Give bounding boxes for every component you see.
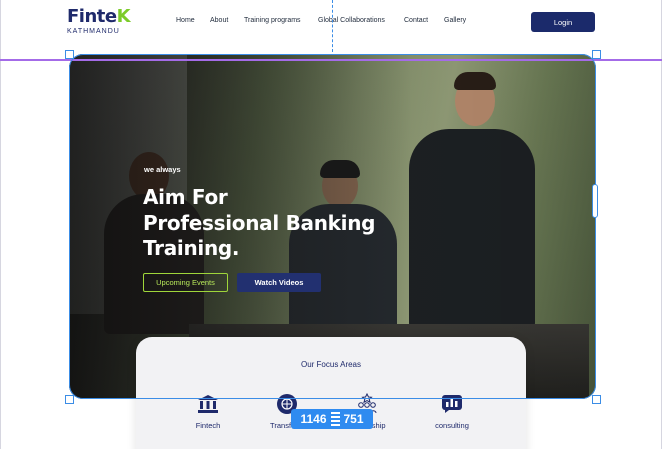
upcoming-events-button[interactable]: Upcoming Events	[143, 273, 228, 292]
watch-videos-button[interactable]: Watch Videos	[237, 273, 321, 292]
horizontal-guide-line	[0, 59, 662, 61]
nav-about[interactable]: About	[210, 17, 228, 24]
hero-headline: Aim For Professional Banking Training.	[143, 185, 403, 262]
hero-headline-line-3: Training.	[143, 236, 240, 260]
focus-item-consulting[interactable]: consulting	[417, 393, 487, 430]
hero-eyebrow: we always	[144, 165, 181, 174]
nav-gallery[interactable]: Gallery	[444, 17, 466, 24]
canvas-edge-left	[0, 0, 1, 449]
logo[interactable]: FinteK KATHMANDU	[67, 6, 131, 36]
height-value: 751	[343, 412, 364, 426]
logo-subtitle: KATHMANDU	[67, 28, 120, 35]
focus-areas-card: Our Focus Areas Fintech Transform Leader…	[136, 337, 526, 449]
width-value: 1146	[300, 412, 327, 426]
dimension-badge: 1146 751	[291, 409, 373, 429]
dimension-separator-icon	[330, 412, 340, 426]
hero-headline-line-2: Professional Banking	[143, 210, 376, 235]
nav-home[interactable]: Home	[176, 17, 195, 24]
nav-contact[interactable]: Contact	[404, 17, 428, 24]
vertical-guide-line	[332, 0, 333, 52]
resize-handle-right[interactable]	[592, 184, 598, 218]
focus-item-label: Fintech	[195, 421, 221, 430]
resize-handle-bottom-left[interactable]	[65, 395, 74, 404]
focus-areas-title: Our Focus Areas	[300, 360, 362, 369]
resize-handle-top-right[interactable]	[592, 50, 601, 59]
hero-headline-line-1: Aim For	[143, 185, 228, 209]
focus-item-fintech[interactable]: Fintech	[173, 393, 243, 430]
logo-wordmark: FinteK	[67, 6, 131, 27]
focus-item-label: consulting	[435, 421, 469, 430]
login-button[interactable]: Login	[531, 12, 595, 32]
nav-training-programs[interactable]: Training programs	[244, 17, 301, 24]
resize-handle-top-left[interactable]	[65, 50, 74, 59]
consulting-icon	[440, 393, 464, 415]
page: FinteK KATHMANDU Home About Training pro…	[0, 0, 662, 449]
nav-global-collaborations[interactable]: Global Collaborations	[318, 17, 385, 24]
bank-icon	[196, 393, 220, 415]
resize-handle-bottom-right[interactable]	[592, 395, 601, 404]
